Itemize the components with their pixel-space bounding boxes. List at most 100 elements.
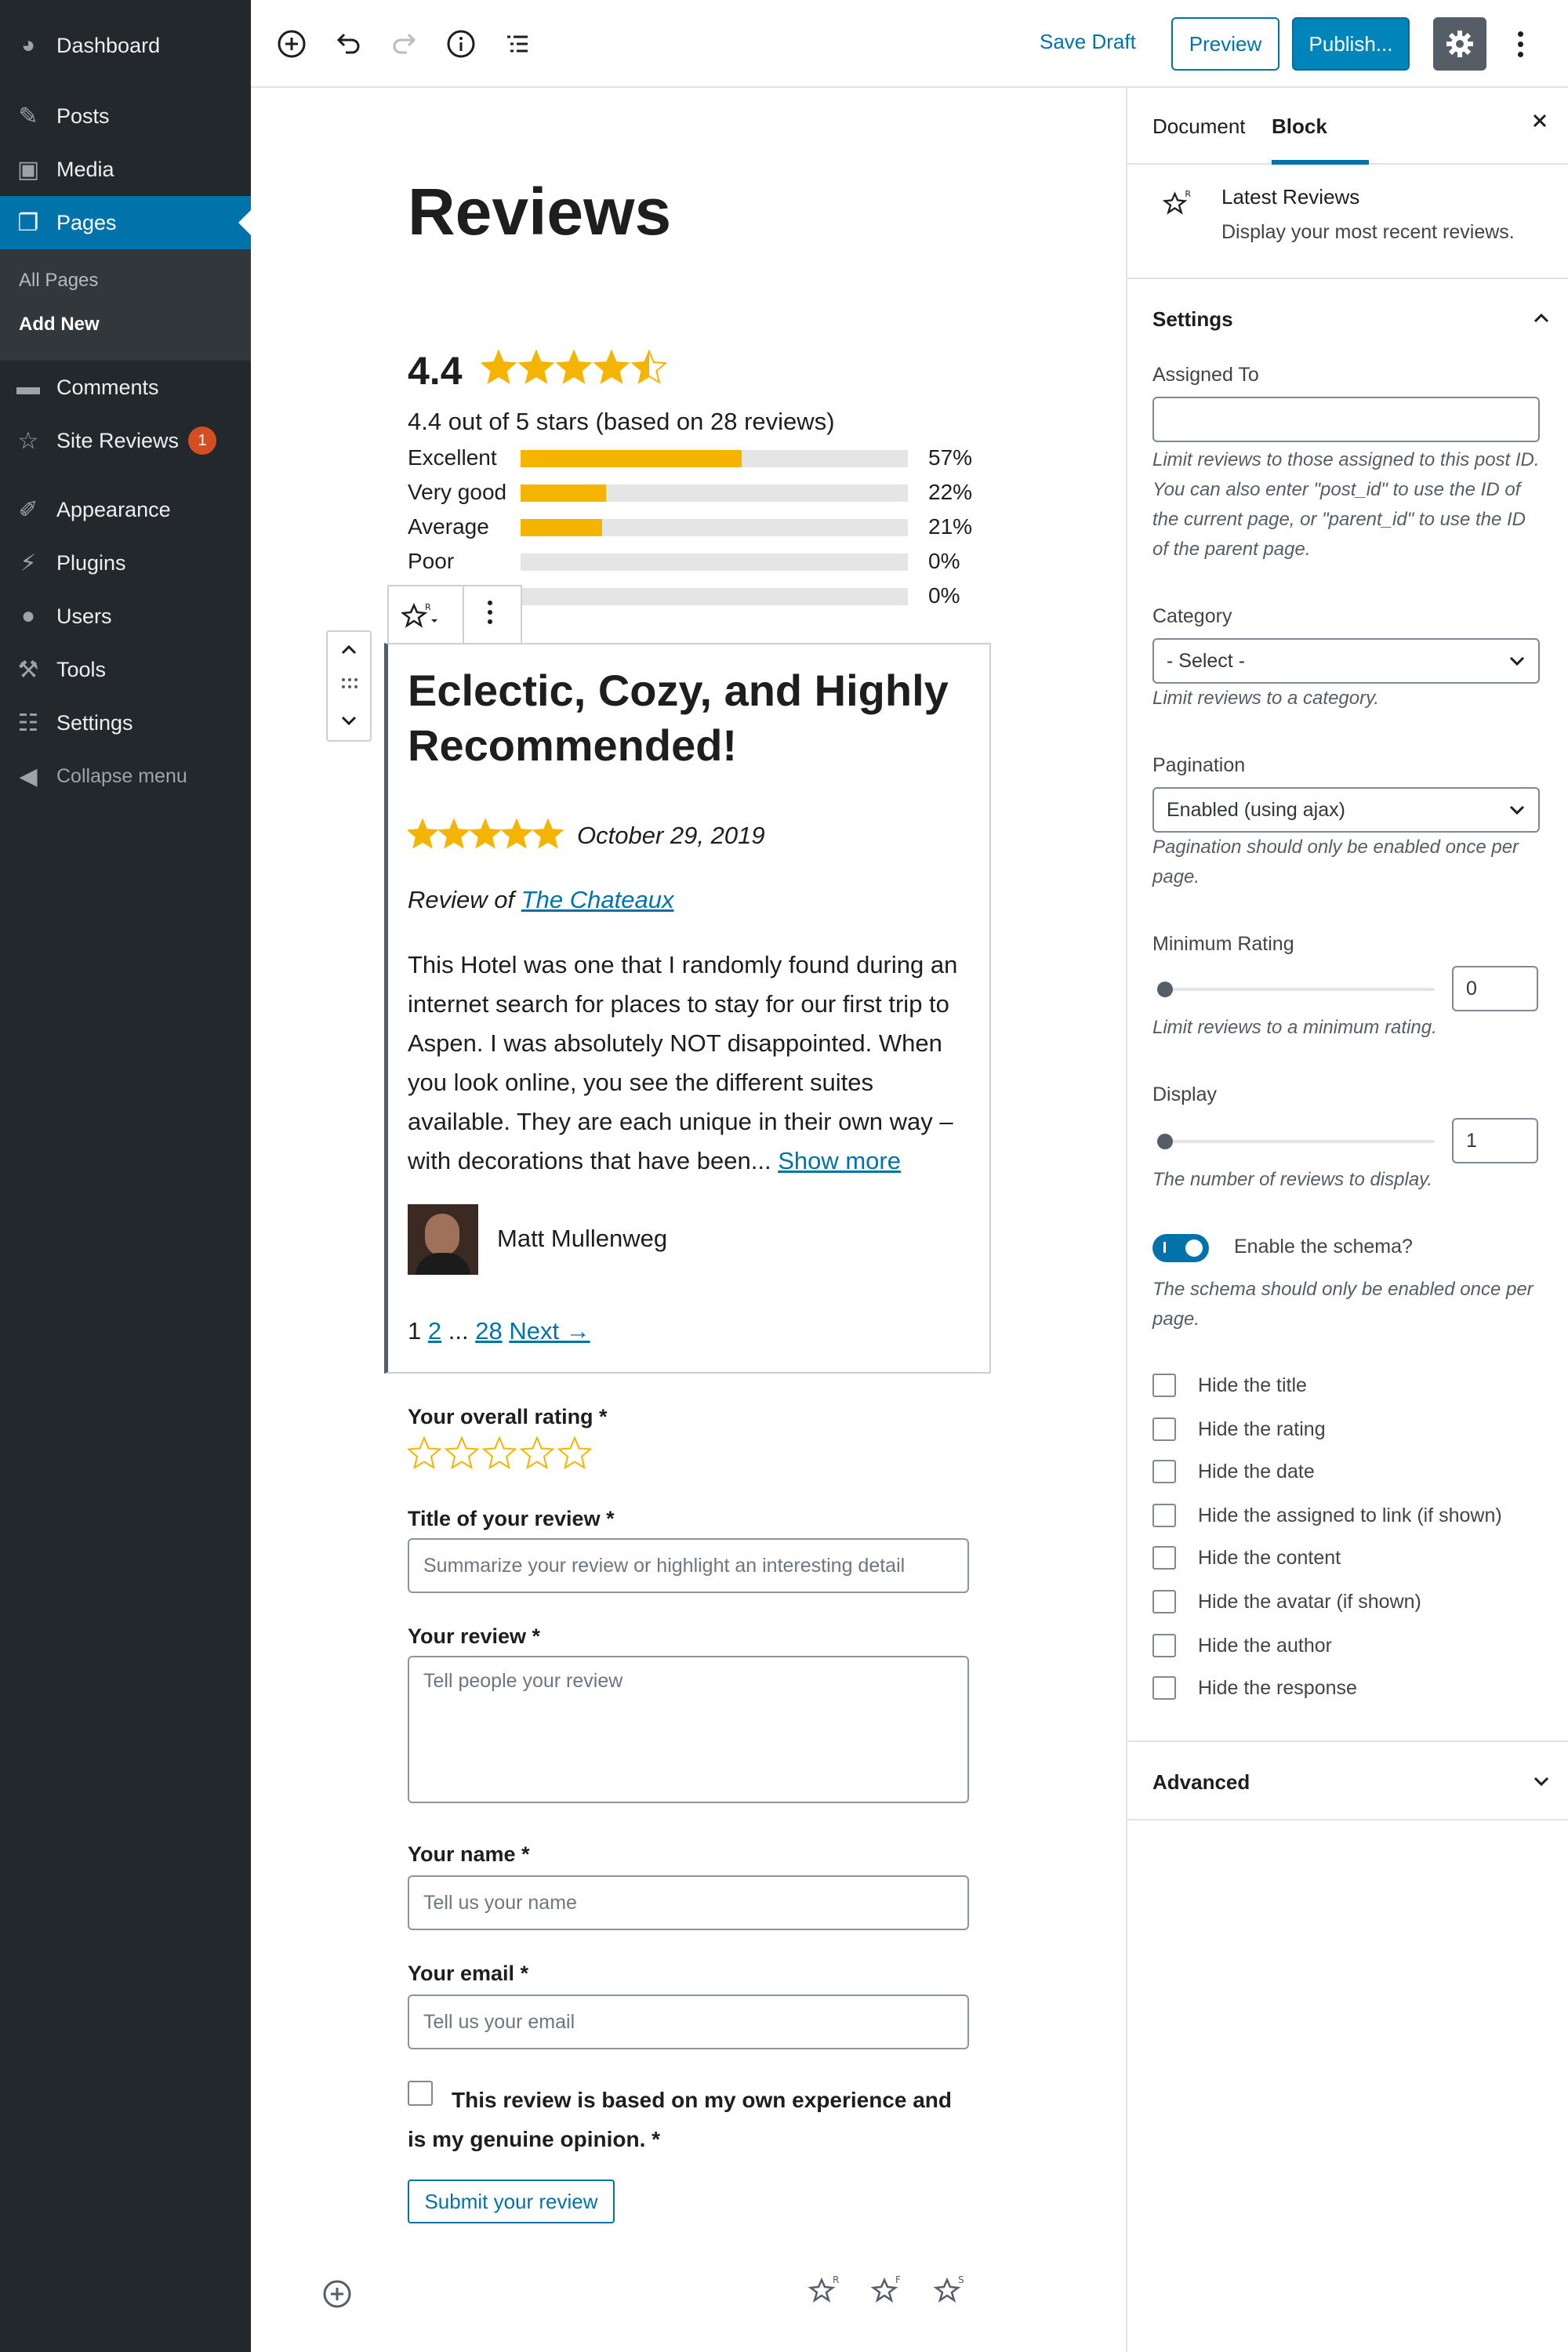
reviews-block-icon[interactable]: R [808, 2272, 845, 2314]
summary-block-icon[interactable]: S [933, 2272, 971, 2314]
checkbox[interactable] [1152, 1374, 1176, 1397]
hide-content-checkbox[interactable]: Hide the content [1152, 1546, 1341, 1570]
checkbox[interactable] [1152, 1460, 1176, 1483]
gear-icon [1446, 31, 1473, 57]
sidebar-item-site-reviews[interactable]: ☆ Site Reviews 1 [0, 414, 251, 467]
hide-assigned-link-checkbox[interactable]: Hide the assigned to link (if shown) [1152, 1504, 1502, 1527]
block-more-icon[interactable] [488, 601, 492, 624]
sidebar-item-appearance[interactable]: ✐ Appearance [0, 483, 251, 536]
rating-input[interactable] [408, 1436, 596, 1472]
block-switcher[interactable]: R [401, 601, 439, 632]
settings-sidebar: Document Block R Latest Reviews Display … [1126, 88, 1568, 2352]
hide-response-checkbox[interactable]: Hide the response [1152, 1676, 1357, 1700]
move-down-icon[interactable] [339, 710, 359, 735]
min-rating-input[interactable]: 0 [1452, 966, 1538, 1011]
submenu-add-new[interactable]: Add New [19, 314, 100, 336]
checkbox-label: Hide the avatar (if shown) [1198, 1590, 1421, 1613]
min-rating-slider-track[interactable] [1162, 988, 1435, 991]
pagination-next[interactable]: Next → [509, 1317, 590, 1345]
hide-author-checkbox[interactable]: Hide the author [1152, 1634, 1332, 1657]
settings-toggle-button[interactable] [1433, 17, 1486, 71]
sidebar-collapse-menu[interactable]: ◀ Collapse menu [0, 750, 251, 803]
checkbox[interactable] [1152, 1417, 1176, 1441]
sidebar-item-label: Pages [56, 210, 117, 234]
name-field-label: Your name * [408, 1842, 530, 1866]
rating-bar [521, 554, 908, 571]
review-of-link[interactable]: The Chateaux [521, 886, 674, 913]
info-icon[interactable] [439, 22, 483, 66]
show-more-link[interactable]: Show more [778, 1147, 901, 1174]
sidebar-item-pages[interactable]: ❐ Pages [0, 196, 251, 249]
checkbox[interactable] [1152, 1504, 1176, 1527]
save-draft-button[interactable]: Save Draft [1040, 30, 1136, 54]
star-icon [593, 350, 630, 384]
pin-icon: ✎ [18, 103, 38, 129]
tab-document[interactable]: Document [1152, 114, 1246, 139]
assigned-to-help: Limit reviews to those assigned to this … [1152, 449, 1540, 560]
sidebar-item-dashboard[interactable]: ◕ Dashboard [0, 19, 251, 72]
sidebar-item-plugins[interactable]: ⚡ Plugins [0, 536, 251, 590]
sidebar-item-label: Appearance [56, 497, 171, 521]
display-slider-track[interactable] [1162, 1140, 1435, 1143]
close-icon[interactable] [1529, 110, 1551, 136]
category-select[interactable]: - Select - [1152, 638, 1540, 684]
min-rating-help: Limit reviews to a minimum rating. [1152, 1017, 1437, 1038]
assigned-to-input[interactable] [1152, 397, 1540, 442]
drag-handle-icon[interactable] [340, 676, 359, 695]
review-form-block-icon[interactable]: F [870, 2272, 908, 2314]
name-input[interactable]: Tell us your name [408, 1875, 969, 1930]
advanced-panel-header[interactable]: Advanced [1127, 1742, 1568, 1820]
display-slider-thumb[interactable] [1157, 1134, 1173, 1149]
publish-button[interactable]: Publish... [1292, 17, 1410, 71]
outline-icon[interactable] [495, 22, 539, 66]
undo-icon[interactable] [326, 22, 370, 66]
hide-rating-checkbox[interactable]: Hide the rating [1152, 1417, 1326, 1441]
review-stars [408, 818, 564, 849]
display-label: Display [1152, 1083, 1217, 1105]
checkbox[interactable] [1152, 1634, 1176, 1657]
rating-bar-fill [521, 519, 602, 536]
settings-panel-header[interactable]: Settings [1127, 279, 1568, 358]
svg-text:F: F [895, 2274, 901, 2285]
sidebar-item-users[interactable]: ● Users [0, 590, 251, 643]
hide-title-checkbox[interactable]: Hide the title [1152, 1374, 1307, 1397]
add-block-icon[interactable] [270, 22, 314, 66]
rating-bar-fill [521, 450, 742, 467]
pagination-last[interactable]: 28 [475, 1317, 502, 1345]
review-textarea[interactable]: Tell people your review [408, 1656, 969, 1803]
checkbox[interactable] [1152, 1590, 1176, 1613]
sidebar-item-comments[interactable]: ▬ Comments [0, 361, 251, 414]
preview-button[interactable]: Preview [1171, 17, 1279, 71]
hide-date-checkbox[interactable]: Hide the date [1152, 1460, 1315, 1483]
email-input[interactable]: Tell us your email [408, 1994, 969, 2049]
add-block-icon[interactable] [321, 2278, 353, 2314]
page-title[interactable]: Reviews [408, 174, 671, 250]
rating-bar [521, 588, 908, 605]
sidebar-item-media[interactable]: ▣ Media [0, 143, 251, 196]
pagination-page-2[interactable]: 2 [428, 1317, 441, 1345]
notification-badge: 1 [188, 426, 217, 455]
sidebar-item-posts[interactable]: ✎ Posts [0, 89, 251, 143]
sidebar-item-settings[interactable]: ☷ Settings [0, 696, 251, 750]
current-indicator [238, 210, 251, 235]
reviews-block-icon: R [1162, 187, 1196, 225]
more-options-icon[interactable] [1508, 22, 1532, 66]
schema-toggle[interactable] [1152, 1234, 1209, 1262]
hide-avatar-checkbox[interactable]: Hide the avatar (if shown) [1152, 1590, 1421, 1613]
title-input[interactable]: Summarize your review or highlight an in… [408, 1538, 969, 1593]
submenu-all-pages[interactable]: All Pages [19, 270, 98, 292]
bar-label: Very good [408, 480, 507, 504]
checkbox[interactable] [1152, 1546, 1176, 1570]
tab-block[interactable]: Block [1272, 114, 1327, 139]
sliders-icon: ☷ [17, 710, 39, 736]
chevron-down-icon [1507, 651, 1527, 677]
display-input[interactable]: 1 [1452, 1118, 1538, 1163]
redo-icon[interactable] [383, 22, 426, 66]
pagination-select[interactable]: Enabled (using ajax) [1152, 787, 1540, 833]
min-rating-slider-thumb[interactable] [1157, 982, 1173, 997]
move-up-icon[interactable] [339, 640, 359, 666]
checkbox[interactable] [1152, 1676, 1176, 1700]
submit-review-button[interactable]: Submit your review [408, 2180, 615, 2223]
sidebar-item-tools[interactable]: ⚒ Tools [0, 643, 251, 696]
category-selected-value: - Select - [1167, 649, 1246, 672]
